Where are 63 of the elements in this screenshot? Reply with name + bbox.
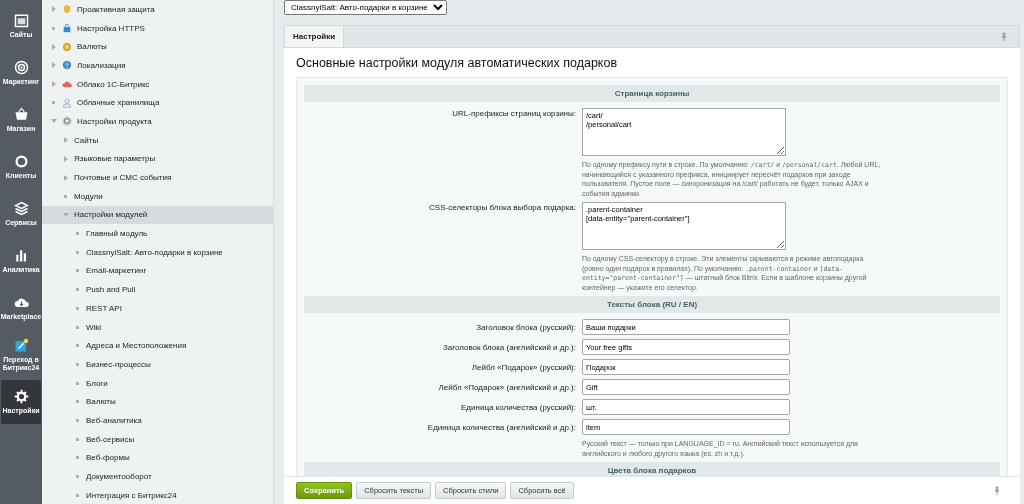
- tree-item[interactable]: Веб-сервисы: [42, 429, 273, 449]
- tree-item[interactable]: Сайты: [42, 130, 273, 150]
- tree-item[interactable]: Проактивная защита: [42, 0, 273, 19]
- tree-item[interactable]: Адреса и Местоположения: [42, 336, 273, 356]
- caret-right-icon[interactable]: [62, 136, 69, 144]
- caret-right-icon[interactable]: [50, 43, 57, 51]
- tree-item[interactable]: Модули: [42, 186, 273, 206]
- field-label: Единица количества (русский):: [460, 402, 576, 413]
- caret-right-icon[interactable]: [50, 61, 57, 69]
- field-label: Лейбл «Подарок» (русский):: [470, 362, 576, 373]
- pin-icon[interactable]: [994, 485, 1000, 496]
- layers-icon: [13, 201, 29, 217]
- field-label: URL-префиксы страниц корзины:: [451, 108, 576, 118]
- tree-item[interactable]: Документооборот: [42, 467, 273, 486]
- gear-icon: [62, 116, 72, 127]
- field-label: Единица количества (английский и др.):: [426, 422, 576, 433]
- tree-item[interactable]: Настройки продукта: [42, 112, 273, 131]
- tree-item[interactable]: Облачные хранилища: [42, 93, 273, 113]
- field-label: CSS-селекторы блока выбора подарка:: [428, 202, 576, 213]
- tree-item[interactable]: Веб-формы: [42, 448, 273, 468]
- tree-item[interactable]: Валюты: [42, 392, 273, 412]
- bar-chart-icon: [13, 248, 29, 264]
- coin-icon: [62, 41, 72, 52]
- tree-item[interactable]: ClassnyiSalt: Авто-подарки в корзине: [42, 242, 273, 262]
- field-label: Лейбл «Подарок» (английский и др.):: [437, 382, 576, 393]
- cloud-icon: [62, 79, 72, 90]
- tree-item[interactable]: Облако 1С-Битрикс: [42, 74, 273, 94]
- tree-item[interactable]: Интеграция с Битрикс24: [42, 485, 273, 504]
- caret-right-icon[interactable]: [50, 5, 57, 13]
- field-label: Заголовок блока (русский):: [475, 322, 576, 333]
- edit-icon: [13, 338, 29, 354]
- section-header: Тексты блока (RU / EN): [304, 296, 1000, 314]
- section-header: Цвета блока подарков: [304, 462, 1000, 476]
- tree-item[interactable]: Почтовые и СМС события: [42, 168, 273, 187]
- section-header: Страница корзины: [304, 85, 1000, 102]
- basket-icon: [13, 107, 29, 123]
- globe-icon: [62, 60, 72, 71]
- pin-icon[interactable]: [1001, 31, 1007, 42]
- lock-icon: [62, 23, 72, 34]
- user-icon: [62, 97, 72, 108]
- caret-right-icon[interactable]: [50, 80, 57, 88]
- caret-right-icon[interactable]: [62, 155, 69, 163]
- tree-item[interactable]: Веб-аналитика: [42, 411, 273, 430]
- tree-item[interactable]: Email-маркетинг: [42, 261, 273, 281]
- settings-icon: [13, 389, 29, 405]
- tree-item[interactable]: Валюты: [42, 37, 273, 57]
- tab[interactable]: Настройки: [285, 26, 345, 47]
- tree-item[interactable]: Настройки модулей: [42, 205, 273, 225]
- tree-item[interactable]: Блоги: [42, 373, 273, 393]
- tree-item[interactable]: Wiki: [42, 317, 273, 337]
- tree-item[interactable]: Главный модуль: [42, 224, 273, 243]
- target-icon: [13, 60, 29, 76]
- tree-item[interactable]: Настройка HTTPS: [42, 18, 273, 38]
- tree-item[interactable]: Локализация: [42, 56, 273, 75]
- field-label: Заголовок блока (английский и др.):: [441, 342, 576, 353]
- tree-item[interactable]: Push and Pull: [42, 280, 273, 299]
- caret-right-icon[interactable]: [62, 174, 69, 182]
- module-select[interactable]: ClassnyiSalt: Авто-подарки в корзине: [284, 0, 447, 15]
- tree-item[interactable]: REST API: [42, 299, 273, 318]
- page-title: Основные настройки модуля автоматических подарков: [296, 56, 619, 70]
- shield-icon: [62, 4, 72, 15]
- tree-item[interactable]: Бизнес-процессы: [42, 355, 273, 374]
- tree-item[interactable]: Языковые параметры: [42, 149, 273, 169]
